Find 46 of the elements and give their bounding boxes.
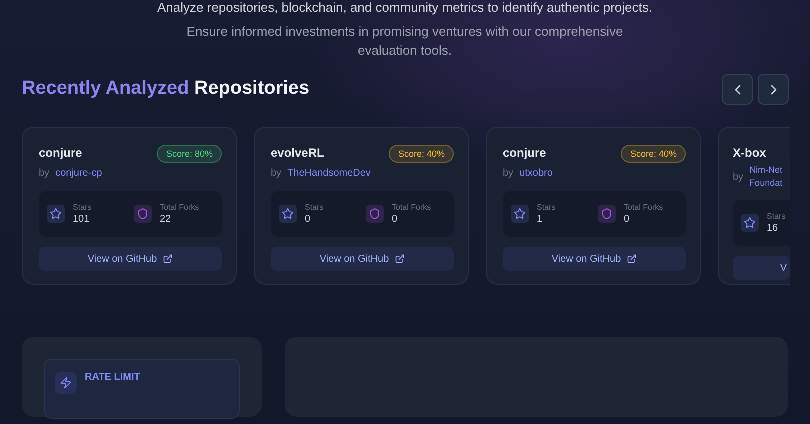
by-label: by bbox=[271, 167, 282, 181]
stat-label: Stars bbox=[73, 202, 92, 214]
lightning-icon bbox=[55, 372, 77, 394]
stat-value: 1 bbox=[537, 214, 544, 226]
stat-value: 16 bbox=[767, 223, 780, 235]
author-link[interactable]: TheHandsomeDev bbox=[288, 167, 371, 180]
hero-description: Analyze repositories, blockchain, and community metrics to identify authentic projects. bbox=[158, 0, 652, 17]
stat-value: 0 bbox=[624, 214, 631, 226]
repository-name: X-box bbox=[733, 145, 766, 161]
view-on-github-button[interactable]: View on GitHub bbox=[39, 247, 222, 271]
external-link-icon bbox=[395, 254, 406, 264]
stat-label: Stars bbox=[305, 202, 324, 214]
stat-value: 22 bbox=[160, 214, 172, 226]
score-badge: Score: 40% bbox=[389, 145, 454, 163]
by-label: by bbox=[733, 170, 744, 184]
repository-name: conjure bbox=[39, 145, 82, 161]
view-on-github-button[interactable]: View on GitHub bbox=[503, 247, 686, 271]
stat-label: Total Forks bbox=[624, 202, 664, 214]
score-badge: Score: 80% bbox=[157, 145, 222, 163]
by-label: by bbox=[39, 167, 50, 181]
stat-label: Stars bbox=[767, 211, 786, 223]
stat-label: Stars bbox=[537, 202, 556, 214]
external-link-icon bbox=[627, 254, 638, 264]
stat-label: Total Forks bbox=[160, 202, 200, 214]
repository-name: conjure bbox=[503, 145, 546, 161]
external-link-icon bbox=[163, 254, 174, 264]
shield-icon bbox=[598, 205, 616, 223]
stat-value: 0 bbox=[392, 214, 399, 226]
stat-value: 0 bbox=[305, 214, 312, 226]
author-link[interactable]: Nim-Net Foundat bbox=[750, 164, 790, 190]
repository-name: evolveRL bbox=[271, 145, 324, 161]
stat-value: 101 bbox=[73, 214, 91, 226]
score-badge: Score: 40% bbox=[621, 145, 686, 163]
shield-icon bbox=[366, 205, 384, 223]
author-link[interactable]: utxobro bbox=[520, 167, 553, 180]
shield-icon bbox=[134, 205, 152, 223]
author-link[interactable]: conjure-cp bbox=[56, 167, 102, 180]
section-title: Recently Analyzed Repositories bbox=[22, 77, 310, 102]
view-on-github-button[interactable]: View on GitHub bbox=[271, 247, 454, 271]
view-on-github-button[interactable]: V bbox=[733, 256, 790, 280]
rate-limit-heading: RATE LIMIT bbox=[85, 371, 140, 385]
next-button[interactable] bbox=[758, 74, 789, 105]
hero-subtitle: Ensure informed investments in promising ventures with our comprehensive evaluation tools. bbox=[186, 23, 624, 60]
previous-button[interactable] bbox=[722, 74, 753, 105]
stat-label: Total Forks bbox=[392, 202, 432, 214]
by-label: by bbox=[503, 167, 514, 181]
